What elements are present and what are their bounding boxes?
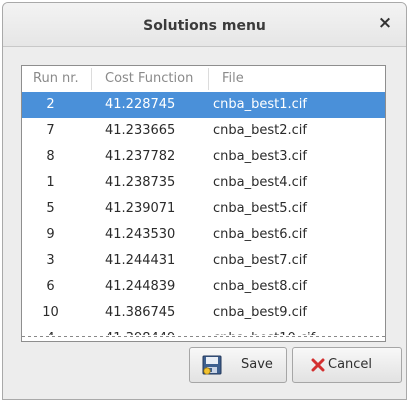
table-header: Run nr. Cost Function File [22, 66, 385, 92]
title-bar: Solutions menu × [3, 3, 406, 47]
save-button-label: Save [241, 357, 273, 372]
cost-function-cell: 41.386745 [105, 305, 176, 320]
table-row[interactable]: 10 41.386745 cnba_best9.cif [22, 300, 385, 326]
file-cell: cnba_best1.cif [213, 97, 307, 112]
run-number-cell: 2 [46, 97, 55, 112]
cost-function-cell: 41.237782 [105, 149, 176, 164]
table-row[interactable]: 5 41.239071 cnba_best5.cif [22, 196, 385, 222]
cost-function-cell: 41.233665 [105, 123, 176, 138]
cost-function-cell: 41.239071 [105, 201, 176, 216]
table-row[interactable]: 2 41.228745 cnba_best1.cif [22, 92, 385, 118]
solutions-table[interactable]: Run nr. Cost Function File 2 41.228745 cnb… [21, 65, 386, 342]
file-cell: cnba_best5.cif [213, 201, 307, 216]
cancel-button-label: Cancel [328, 357, 373, 372]
cost-function-cell: 41.244839 [105, 279, 176, 294]
file-cell: cnba_best3.cif [213, 149, 307, 164]
table-row[interactable]: 3 41.244431 cnba_best7.cif [22, 248, 385, 274]
dialog-title: Solutions menu [143, 18, 266, 34]
cost-function-cell: 41.228745 [105, 97, 176, 112]
run-number-cell: 7 [46, 123, 55, 138]
column-header-file[interactable]: File [222, 66, 244, 92]
scroll-indicator [22, 336, 385, 337]
cost-function-cell: 41.244431 [105, 253, 176, 268]
column-divider[interactable] [208, 68, 209, 90]
table-row[interactable]: 7 41.233665 cnba_best2.cif [22, 118, 385, 144]
cost-function-cell: 41.238735 [105, 175, 176, 190]
file-cell: cnba_best6.cif [213, 227, 307, 242]
run-number-cell: 3 [46, 253, 55, 268]
table-row[interactable]: 6 41.244839 cnba_best8.cif [22, 274, 385, 300]
file-cell: cnba_best7.cif [213, 253, 307, 268]
run-number-cell: 8 [46, 149, 55, 164]
run-number-cell: 10 [42, 305, 59, 320]
file-cell: cnba_best9.cif [213, 305, 307, 320]
table-row[interactable]: 1 41.238735 cnba_best4.cif [22, 170, 385, 196]
run-number-cell: 1 [46, 175, 55, 190]
close-icon[interactable]: × [376, 14, 394, 32]
cost-function-cell: 41.243530 [105, 227, 176, 242]
save-disk-icon [202, 355, 222, 375]
column-header-run[interactable]: Run nr. [33, 66, 79, 92]
run-number-cell: 5 [46, 201, 55, 216]
run-number-cell: 9 [46, 227, 55, 242]
table-row[interactable]: 8 41.237782 cnba_best3.cif [22, 144, 385, 170]
file-cell: cnba_best8.cif [213, 279, 307, 294]
red-x-icon [311, 358, 325, 372]
table-row[interactable]: 9 41.243530 cnba_best6.cif [22, 222, 385, 248]
save-button[interactable]: Save [189, 347, 287, 383]
column-divider[interactable] [91, 68, 92, 90]
file-cell: cnba_best2.cif [213, 123, 307, 138]
solutions-dialog: Solutions menu × Run nr. Cost Function F… [2, 2, 407, 400]
run-number-cell: 6 [46, 279, 55, 294]
file-cell: cnba_best4.cif [213, 175, 307, 190]
cancel-button[interactable]: Cancel [292, 347, 402, 383]
column-header-cost[interactable]: Cost Function [105, 66, 193, 92]
